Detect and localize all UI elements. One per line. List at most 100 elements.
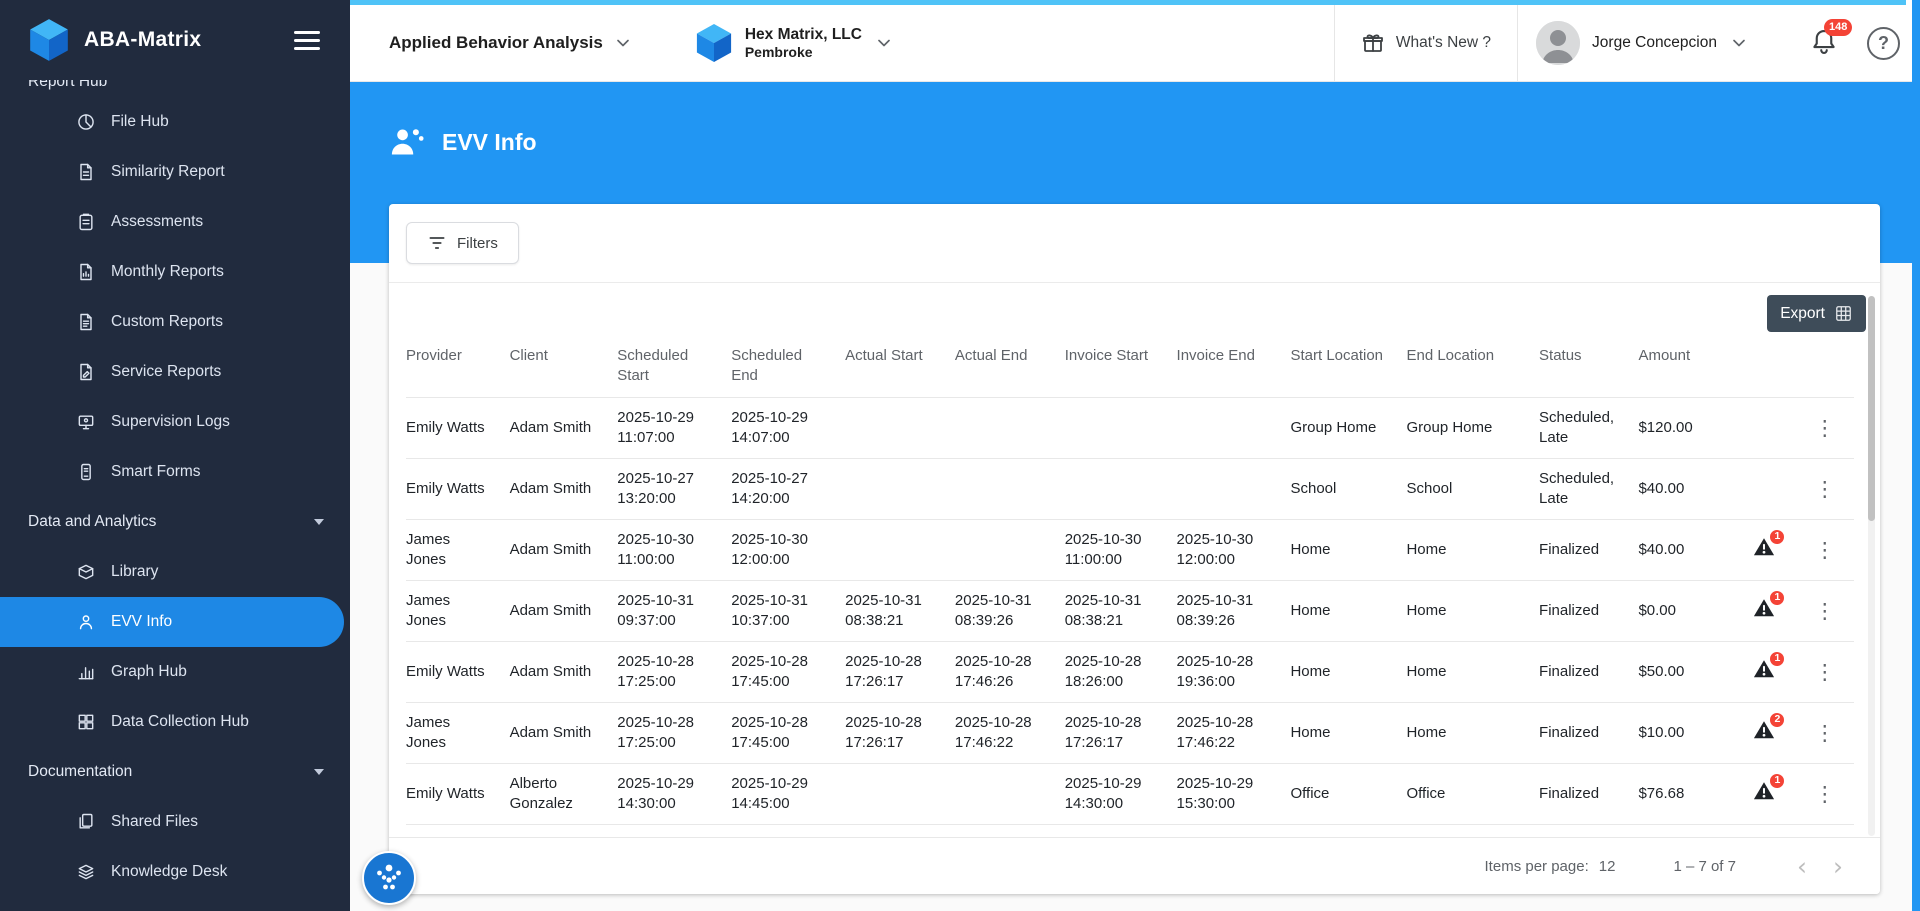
sidebar-item-file-hub[interactable]: File Hub <box>0 97 350 147</box>
row-actions-button[interactable]: ⋮ <box>1808 599 1841 624</box>
top-bar: Applied Behavior Analysis Hex Matrix, LL… <box>350 0 1920 82</box>
export-row: Export <box>389 283 1880 332</box>
whats-new-button[interactable]: What's New ? <box>1335 5 1517 81</box>
sidebar-item-library[interactable]: Library <box>0 547 350 597</box>
sidebar-item-assessments[interactable]: Assessments <box>0 197 350 247</box>
sidebar-item-supervision-logs[interactable]: Supervision Logs <box>0 397 350 447</box>
cell-scheduled-end: 2025-10-30 12:00:00 <box>731 519 846 581</box>
filters-button[interactable]: Filters <box>406 222 519 264</box>
chevron-down-icon <box>1733 39 1745 47</box>
sidebar-item-monthly-reports[interactable]: Monthly Reports <box>0 247 350 297</box>
items-per-page-select[interactable]: 12 <box>1599 858 1616 875</box>
row-actions-button[interactable]: ⋮ <box>1808 416 1841 441</box>
cell-status: Finalized <box>1539 580 1639 642</box>
table-scrollbar-thumb[interactable] <box>1868 296 1875 521</box>
sidebar-item-data-collection-hub[interactable]: Data Collection Hub <box>0 697 350 747</box>
sidebar-item-knowledge-desk[interactable]: Knowledge Desk <box>0 847 350 897</box>
cell-invoice-start: 2025-10-28 18:26:00 <box>1064 641 1177 703</box>
column-client: Client <box>509 332 618 398</box>
gift-icon <box>1363 34 1383 52</box>
organization-name: Hex Matrix, LLC <box>744 25 862 43</box>
cell-actual-end: 2025-10-28 17:46:26 <box>954 641 1065 703</box>
cell-scheduled-start: 2025-10-30 11:00:00 <box>617 519 732 581</box>
person-icon <box>79 615 93 630</box>
cell-start-location: Home <box>1290 580 1407 642</box>
warning-indicator[interactable]: 2 <box>1752 712 1786 741</box>
sidebar-section-report-hub[interactable]: Report Hub <box>0 80 350 97</box>
sidebar-item-shared-files[interactable]: Shared Files <box>0 797 350 847</box>
chevron-down-icon <box>616 39 629 47</box>
column-amount: Amount <box>1638 332 1753 398</box>
cell-actions: ⋮ <box>1808 641 1854 703</box>
cell-client: Adam Smith <box>509 641 618 703</box>
export-button[interactable]: Export <box>1767 295 1866 332</box>
column-provider: Provider <box>406 332 510 398</box>
user-menu[interactable]: Jorge Concepcion <box>1518 21 1765 65</box>
warning-indicator[interactable]: 1 <box>1752 529 1786 558</box>
cell-warnings <box>1752 458 1809 520</box>
sidebar-item-evv-info[interactable]: EVV Info <box>0 597 344 647</box>
cell-client: Adam Smith <box>509 519 618 581</box>
page-scrollbar[interactable] <box>1912 0 1920 911</box>
column-status: Status <box>1539 332 1639 398</box>
cell-scheduled-end: 2025-10-29 14:45:00 <box>731 763 846 825</box>
pie-chart-icon <box>78 114 94 130</box>
column-invoice-start: Invoice Start <box>1064 332 1177 398</box>
help-button[interactable]: ? <box>1867 26 1900 60</box>
sidebar-section-data-and-analytics[interactable]: Data and Analytics <box>0 497 350 547</box>
cell-status: Finalized <box>1539 702 1639 764</box>
sidebar-section-documentation[interactable]: Documentation <box>0 747 350 797</box>
column-scheduled-start: Scheduled Start <box>617 332 732 398</box>
warning-indicator[interactable]: 1 <box>1752 590 1786 619</box>
brand-name: ABA-Matrix <box>84 28 202 51</box>
cell-invoice-start: 2025-10-30 11:00:00 <box>1064 519 1177 581</box>
row-actions-button[interactable]: ⋮ <box>1808 782 1841 807</box>
table-row: Emily Watts Adam Smith 2025-10-27 13:20:… <box>406 458 1854 520</box>
items-per-page-label: Items per page: <box>1484 857 1589 875</box>
row-warning-badge: 2 <box>1769 712 1786 729</box>
document-icon <box>80 163 92 181</box>
next-page-button[interactable]: › <box>1820 852 1856 881</box>
row-actions-button[interactable]: ⋮ <box>1808 477 1841 502</box>
accessibility-widget-button[interactable] <box>362 851 416 905</box>
loading-progress-bar <box>350 0 1906 5</box>
notification-count-badge: 148 <box>1824 18 1853 36</box>
sidebar-toggle-button[interactable] <box>294 30 320 50</box>
row-warning-badge: 1 <box>1769 773 1786 790</box>
csv-file-icon <box>1836 306 1851 321</box>
aba-matrix-logo-icon <box>30 19 68 61</box>
cell-actions: ⋮ <box>1808 397 1854 459</box>
warning-indicator[interactable]: 1 <box>1752 651 1786 680</box>
warning-indicator[interactable]: 1 <box>1752 773 1786 802</box>
cell-amount: $120.00 <box>1638 397 1753 459</box>
table-row: James Jones Adam Smith 2025-10-30 11:00:… <box>406 519 1854 581</box>
table-header-row: Provider Client Scheduled Start Schedule… <box>406 332 1854 398</box>
notifications-button[interactable]: 148 <box>1809 18 1853 60</box>
cell-actual-start: 2025-10-31 08:38:21 <box>845 580 955 642</box>
cell-invoice-start: 2025-10-28 17:26:17 <box>1064 702 1177 764</box>
table-scrollbar[interactable] <box>1868 296 1875 836</box>
page-range-label: 1 – 7 of 7 <box>1673 857 1736 875</box>
sidebar-item-graph-hub[interactable]: Graph Hub <box>0 647 350 697</box>
row-actions-button[interactable]: ⋮ <box>1808 538 1841 563</box>
row-actions-button[interactable]: ⋮ <box>1808 721 1841 746</box>
evv-info-icon <box>391 129 424 155</box>
row-actions-button[interactable]: ⋮ <box>1808 660 1841 685</box>
sidebar-item-custom-reports[interactable]: Custom Reports <box>0 297 350 347</box>
cell-provider: Emily Watts <box>406 641 510 703</box>
cell-scheduled-end: 2025-10-28 17:45:00 <box>731 641 846 703</box>
cell-client: Adam Smith <box>509 397 618 459</box>
sidebar-item-smart-forms[interactable]: Smart Forms <box>0 447 350 497</box>
sidebar-item-similarity-report[interactable]: Similarity Report <box>0 147 350 197</box>
cell-scheduled-start: 2025-10-28 17:25:00 <box>617 641 732 703</box>
cell-invoice-start <box>1064 458 1177 520</box>
product-dropdown[interactable]: Applied Behavior Analysis <box>389 33 633 53</box>
cell-provider: James Jones <box>406 702 510 764</box>
cell-actions: ⋮ <box>1808 580 1854 642</box>
layers-icon <box>78 864 94 880</box>
organization-dropdown[interactable]: Hex Matrix, LLC Pembroke <box>695 22 894 64</box>
cell-actual-start <box>845 519 955 581</box>
previous-page-button[interactable]: ‹ <box>1784 852 1820 881</box>
cell-actual-end <box>954 397 1065 459</box>
sidebar-item-service-reports[interactable]: Service Reports <box>0 347 350 397</box>
